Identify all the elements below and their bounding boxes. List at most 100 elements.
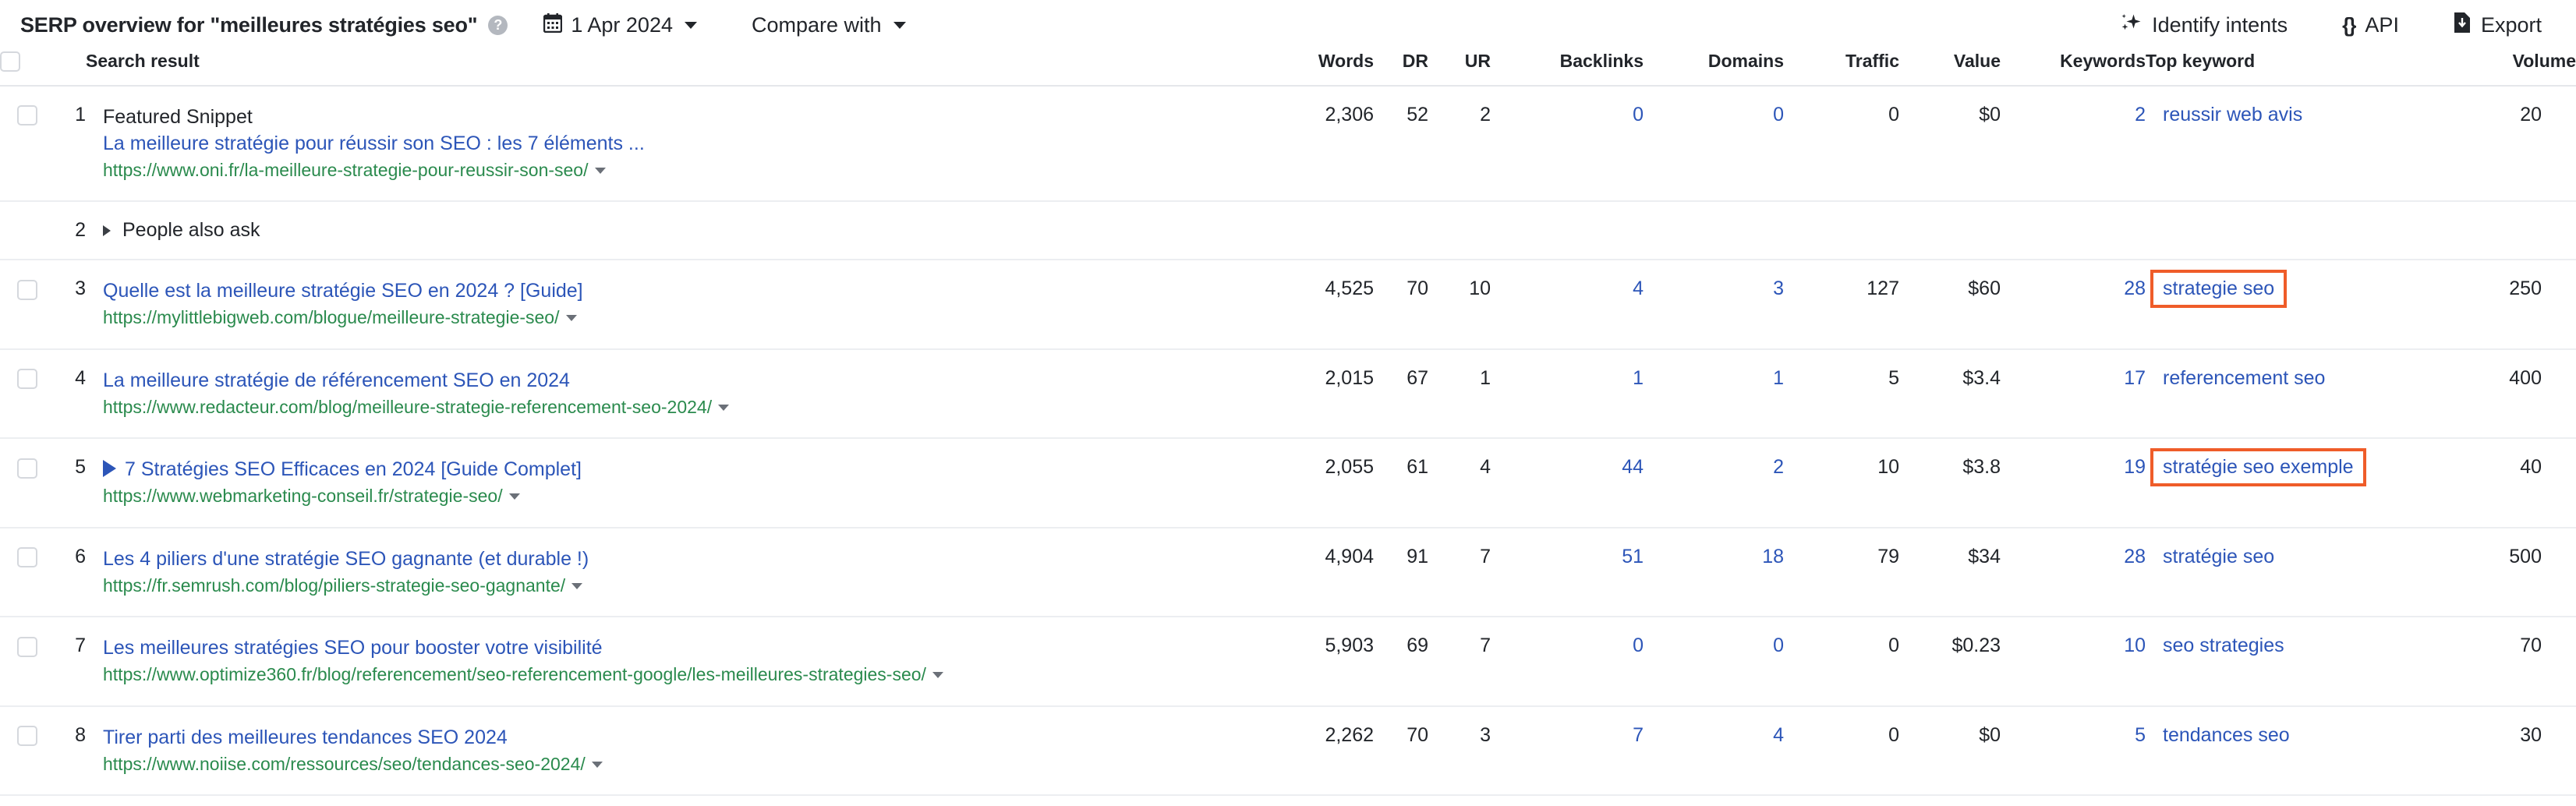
- row-checkbox[interactable]: [17, 547, 37, 567]
- domains-value[interactable]: 18: [1644, 528, 1784, 617]
- result-url-link[interactable]: https://www.redacteur.com/blog/meilleure…: [103, 394, 712, 421]
- backlinks-value[interactable]: 4: [1491, 260, 1644, 349]
- words-header[interactable]: Words: [1271, 50, 1374, 86]
- domains-value[interactable]: 4: [1644, 706, 1784, 796]
- table-row[interactable]: 4La meilleure stratégie de référencement…: [0, 349, 2576, 439]
- chevron-down-icon: [685, 22, 697, 29]
- volume-header[interactable]: Volume: [2403, 50, 2576, 86]
- compare-with-dropdown[interactable]: Compare with: [752, 13, 906, 37]
- backlinks-header[interactable]: Backlinks: [1491, 50, 1644, 86]
- date-picker[interactable]: 1 Apr 2024: [543, 12, 697, 38]
- backlinks-value[interactable]: 1: [1491, 349, 1644, 439]
- domains-header[interactable]: Domains: [1644, 50, 1784, 86]
- table-row[interactable]: 3 Quelle est la meilleure stratégie SEO e…: [0, 260, 2576, 349]
- chevron-down-icon[interactable]: [595, 168, 606, 174]
- keywords-value[interactable]: 28: [2001, 528, 2146, 617]
- value-value-text: $0: [1979, 104, 2001, 125]
- row-checkbox[interactable]: [17, 458, 37, 479]
- ur-value-text: 7: [1480, 635, 1491, 656]
- backlinks-value[interactable]: 0: [1491, 617, 1644, 706]
- result-title-link[interactable]: La meilleure stratégie pour réussir son …: [103, 130, 645, 157]
- empty-cell: [2001, 201, 2146, 260]
- backlinks-value[interactable]: 0: [1491, 86, 1644, 202]
- keywords-value[interactable]: 19: [2001, 438, 2146, 528]
- table-row[interactable]: 1Featured SnippetLa meilleure stratégie …: [0, 86, 2576, 202]
- result-title-link[interactable]: La meilleure stratégie de référencement …: [103, 367, 570, 394]
- backlinks-value[interactable]: 44: [1491, 438, 1644, 528]
- domains-value-text: 3: [1773, 278, 1784, 299]
- domains-value-text: 1: [1773, 367, 1784, 389]
- table-row[interactable]: 57 Stratégies SEO Efficaces en 2024 [Gui…: [0, 438, 2576, 528]
- result-url-link[interactable]: https://www.noiise.com/ressources/seo/te…: [103, 751, 586, 778]
- row-checkbox[interactable]: [17, 637, 37, 657]
- traffic-header[interactable]: Traffic: [1784, 50, 1899, 86]
- top-keyword-link[interactable]: tendances seo: [2163, 724, 2290, 747]
- result-title-link[interactable]: Quelle est la meilleure stratégie SEO en…: [103, 278, 583, 304]
- row-checkbox[interactable]: [17, 726, 37, 746]
- ur-value-text: 3: [1480, 724, 1491, 746]
- domains-value[interactable]: 3: [1644, 260, 1784, 349]
- backlinks-value-text: 0: [1633, 104, 1644, 125]
- table-row[interactable]: 8Tirer parti des meilleures tendances SE…: [0, 706, 2576, 796]
- dr-value-text: 67: [1407, 367, 1428, 389]
- keywords-value[interactable]: 5: [2001, 706, 2146, 796]
- chevron-down-icon[interactable]: [566, 315, 577, 321]
- top-keyword-cell: stratégie seo exemple: [2146, 438, 2403, 528]
- select-all-checkbox[interactable]: [0, 51, 20, 72]
- domains-value[interactable]: 1: [1644, 349, 1784, 439]
- backlinks-value-text: 44: [1622, 456, 1644, 478]
- identify-intents-button[interactable]: Identify intents: [2120, 12, 2288, 39]
- top-keyword-link-highlighted[interactable]: stratégie seo exemple: [2150, 448, 2366, 486]
- top-keyword-header[interactable]: Top keyword: [2146, 50, 2403, 86]
- chevron-down-icon[interactable]: [932, 672, 943, 678]
- row-checkbox[interactable]: [17, 280, 37, 300]
- chevron-down-icon[interactable]: [592, 762, 603, 768]
- ur-value-text: 2: [1480, 104, 1491, 125]
- result-url-link[interactable]: https://www.optimize360.fr/blog/referenc…: [103, 661, 926, 688]
- people-also-ask-toggle[interactable]: People also ask: [103, 219, 1271, 242]
- keywords-value[interactable]: 28: [2001, 260, 2146, 349]
- row-checkbox[interactable]: [17, 105, 37, 125]
- domains-value[interactable]: 0: [1644, 86, 1784, 202]
- result-title-link[interactable]: Les 4 piliers d'une stratégie SEO gagnan…: [103, 546, 589, 572]
- backlinks-value[interactable]: 51: [1491, 528, 1644, 617]
- top-keyword-link[interactable]: reussir web avis: [2163, 104, 2302, 126]
- row-checkbox[interactable]: [17, 369, 37, 389]
- keywords-value[interactable]: 17: [2001, 349, 2146, 439]
- domains-value[interactable]: 0: [1644, 617, 1784, 706]
- serp-overview-table: Search result Words DR UR Backlinks Doma…: [0, 50, 2576, 796]
- chevron-down-icon[interactable]: [718, 405, 729, 411]
- result-url-link[interactable]: https://www.webmarketing-conseil.fr/stra…: [103, 483, 503, 510]
- result-url-link[interactable]: https://mylittlebigweb.com/blogue/meille…: [103, 304, 560, 331]
- help-circle-icon[interactable]: ?: [488, 16, 508, 35]
- backlinks-value[interactable]: 7: [1491, 706, 1644, 796]
- chevron-down-icon[interactable]: [571, 583, 582, 589]
- keywords-value[interactable]: 10: [2001, 617, 2146, 706]
- search-result-header[interactable]: Search result: [86, 50, 1271, 86]
- dr-value-text: 91: [1407, 546, 1428, 567]
- top-keyword-link[interactable]: stratégie seo: [2163, 546, 2274, 568]
- keywords-value[interactable]: 2: [2001, 86, 2146, 202]
- dr-header[interactable]: DR: [1374, 50, 1428, 86]
- result-title-link[interactable]: 7 Stratégies SEO Efficaces en 2024 [Guid…: [125, 456, 582, 483]
- ur-header[interactable]: UR: [1428, 50, 1491, 86]
- result-url-link[interactable]: https://fr.semrush.com/blog/piliers-stra…: [103, 572, 565, 599]
- export-button[interactable]: Export: [2454, 12, 2542, 39]
- top-keyword-link[interactable]: referencement seo: [2163, 367, 2325, 390]
- table-row[interactable]: 7 Les meilleures stratégies SEO pour boos…: [0, 617, 2576, 706]
- keywords-header[interactable]: Keywords: [2001, 50, 2146, 86]
- chevron-down-icon[interactable]: [509, 493, 520, 500]
- result-title-link[interactable]: Tirer parti des meilleures tendances SEO…: [103, 724, 508, 751]
- top-keyword-cell: strategie seo: [2146, 260, 2403, 349]
- people-also-ask-row[interactable]: 2People also ask: [0, 201, 2576, 260]
- api-button[interactable]: {} API: [2342, 13, 2399, 37]
- result-title-link[interactable]: Les meilleures stratégies SEO pour boost…: [103, 635, 603, 661]
- table-row[interactable]: 6Les 4 piliers d'une stratégie SEO gagna…: [0, 528, 2576, 617]
- top-keyword-link-highlighted[interactable]: strategie seo: [2150, 270, 2287, 308]
- people-also-ask-label: People also ask: [122, 219, 260, 242]
- domains-value-text: 0: [1773, 104, 1784, 125]
- result-url-link[interactable]: https://www.oni.fr/la-meilleure-strategi…: [103, 157, 589, 184]
- top-keyword-link[interactable]: seo strategies: [2163, 635, 2284, 657]
- value-header[interactable]: Value: [1899, 50, 2001, 86]
- domains-value[interactable]: 2: [1644, 438, 1784, 528]
